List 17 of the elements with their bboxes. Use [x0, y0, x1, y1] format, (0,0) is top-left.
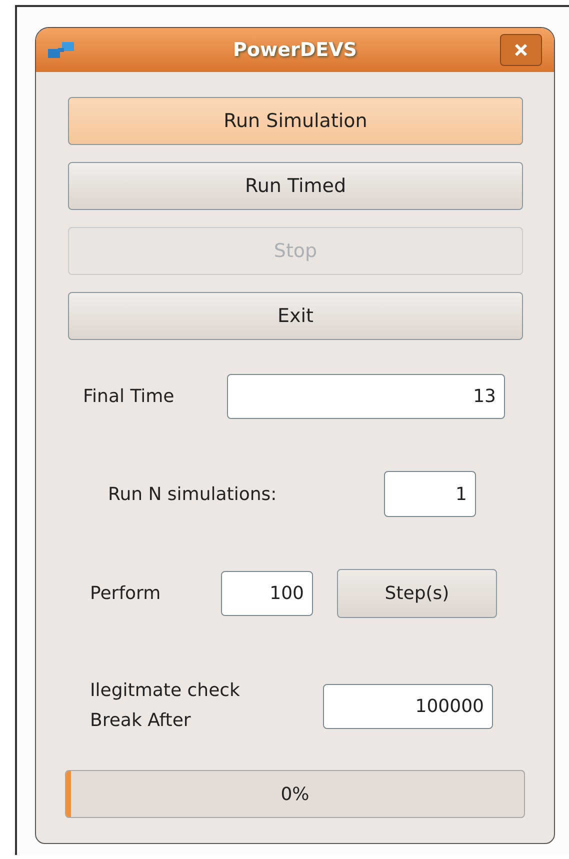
input-field[interactable]: 100 [221, 571, 313, 616]
action-button[interactable]: Exit [68, 292, 523, 340]
field-label: Final Time [83, 385, 176, 409]
steps-button[interactable]: Step(s) [337, 569, 497, 618]
field-label: Run N simulations: [108, 482, 278, 506]
action-button[interactable]: Run Timed [68, 162, 523, 210]
action-button[interactable]: Run Simulation [68, 97, 523, 145]
input-field[interactable]: 100000 [323, 684, 493, 728]
app-icon [48, 41, 76, 59]
progress-text: 0% [280, 782, 310, 806]
input-field[interactable]: 1 [384, 471, 476, 517]
input-field[interactable]: 13 [227, 374, 505, 419]
window-title: PowerDEVS [232, 38, 358, 63]
field-label: Ilegitmate check Break After [90, 679, 241, 733]
field-label: Perform [90, 582, 162, 606]
close-button[interactable] [500, 34, 542, 66]
close-icon [514, 43, 528, 57]
